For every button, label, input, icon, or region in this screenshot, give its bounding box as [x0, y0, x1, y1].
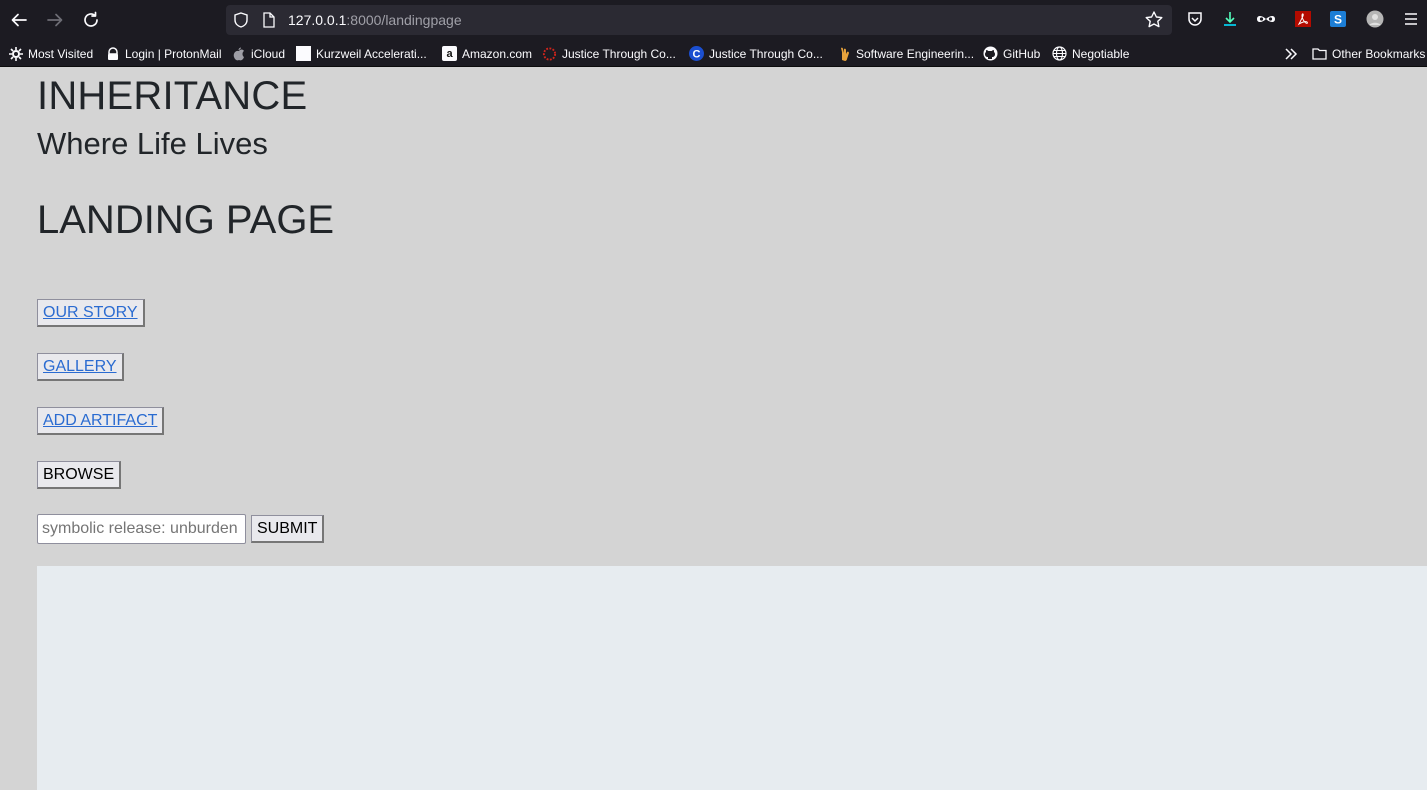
- bookmark-label: GitHub: [1003, 46, 1041, 61]
- bookmarks-overflow-button[interactable]: [1283, 45, 1303, 62]
- svg-text:C: C: [693, 49, 701, 61]
- github-icon: [983, 46, 998, 61]
- url-path: :8000/landingpage: [346, 12, 462, 28]
- bookmark-negotiable[interactable]: Negotiable: [1052, 45, 1129, 62]
- reload-icon: [84, 11, 98, 27]
- reload-button[interactable]: [79, 8, 103, 32]
- back-arrow-icon: [11, 13, 27, 27]
- bookmark-label: Amazon.com: [462, 46, 533, 61]
- folder-icon: [1312, 46, 1327, 61]
- double-chevron-right-icon: [1283, 46, 1298, 61]
- protonmail-icon: [105, 46, 120, 61]
- other-bookmarks-label: Other Bookmarks: [1332, 46, 1426, 61]
- site-subtitle: Where Life Lives: [37, 126, 268, 161]
- url-host: 127.0.0.1: [288, 12, 347, 28]
- hand-icon: [836, 46, 851, 61]
- other-bookmarks[interactable]: Other Bookmarks: [1312, 45, 1425, 62]
- account-avatar-icon[interactable]: [1364, 8, 1386, 30]
- s-extension-icon[interactable]: S: [1327, 8, 1349, 30]
- bookmark-icloud[interactable]: iCloud: [231, 45, 285, 62]
- c-icon: C: [689, 46, 704, 61]
- our-story-link[interactable]: OUR STORY: [37, 299, 145, 327]
- bookmark-label: Negotiable: [1072, 46, 1130, 61]
- bookmark-kurzweil[interactable]: Kurzweil Accelerati...: [296, 45, 427, 62]
- forward-button[interactable]: [43, 8, 67, 32]
- bookmark-label: Justice Through Co...: [709, 46, 823, 61]
- bookmark-most-visited[interactable]: Most Visited: [8, 45, 93, 62]
- shield-icon[interactable]: [232, 11, 250, 34]
- bookmark-label: Software Engineerin...: [856, 46, 975, 61]
- bookmark-label: Login | ProtonMail: [125, 46, 222, 61]
- page-icon[interactable]: [262, 12, 276, 33]
- bookmarks-bar: Most Visited Login | ProtonMail iCloud K…: [0, 40, 1427, 67]
- back-button[interactable]: [7, 8, 31, 32]
- page-icon: [296, 46, 311, 61]
- bookmark-amazon[interactable]: a Amazon.com: [442, 45, 532, 62]
- apple-icon: [231, 46, 246, 61]
- bookmark-justice-2[interactable]: C Justice Through Co...: [689, 45, 823, 62]
- forward-arrow-icon: [47, 13, 63, 27]
- bookmark-justice-1[interactable]: Justice Through Co...: [542, 45, 676, 62]
- url-text[interactable]: 127.0.0.1:8000/landingpage: [288, 12, 462, 28]
- ring-icon: [542, 46, 557, 61]
- bookmark-github[interactable]: GitHub: [983, 45, 1040, 62]
- url-bar[interactable]: 127.0.0.1:8000/landingpage: [226, 5, 1172, 35]
- gear-icon: [8, 46, 23, 61]
- private-mask-icon[interactable]: [1255, 8, 1277, 30]
- add-artifact-link[interactable]: ADD ARTIFACT: [37, 407, 165, 435]
- bookmark-label: Justice Through Co...: [562, 46, 676, 61]
- browse-button[interactable]: BROWSE: [37, 461, 122, 489]
- search-input[interactable]: [37, 514, 246, 544]
- pdf-extension-icon[interactable]: [1292, 8, 1314, 30]
- content-panel: [37, 566, 1427, 790]
- page-heading: LANDING PAGE: [37, 198, 335, 242]
- amazon-icon: a: [442, 46, 457, 61]
- globe-icon: [1052, 46, 1067, 61]
- page-content: INHERITANCE Where Life Lives LANDING PAG…: [0, 68, 1427, 790]
- bookmark-label: Kurzweil Accelerati...: [316, 46, 427, 61]
- browser-toolbar: 127.0.0.1:8000/landingpage S: [0, 0, 1427, 40]
- svg-text:a: a: [446, 48, 453, 60]
- download-icon[interactable]: [1219, 8, 1241, 30]
- bookmark-label: Most Visited: [28, 46, 94, 61]
- star-icon[interactable]: [1144, 10, 1164, 35]
- submit-button[interactable]: SUBMIT: [251, 515, 325, 543]
- gallery-link[interactable]: GALLERY: [37, 353, 124, 381]
- bookmark-label: iCloud: [251, 46, 286, 61]
- menu-hamburger-icon[interactable]: [1400, 8, 1422, 30]
- svg-text:S: S: [1334, 13, 1342, 27]
- site-title: INHERITANCE: [37, 74, 308, 118]
- bookmark-protonmail[interactable]: Login | ProtonMail: [105, 45, 222, 62]
- pocket-icon[interactable]: [1184, 8, 1206, 30]
- bookmark-software-engineering[interactable]: Software Engineerin...: [836, 45, 974, 62]
